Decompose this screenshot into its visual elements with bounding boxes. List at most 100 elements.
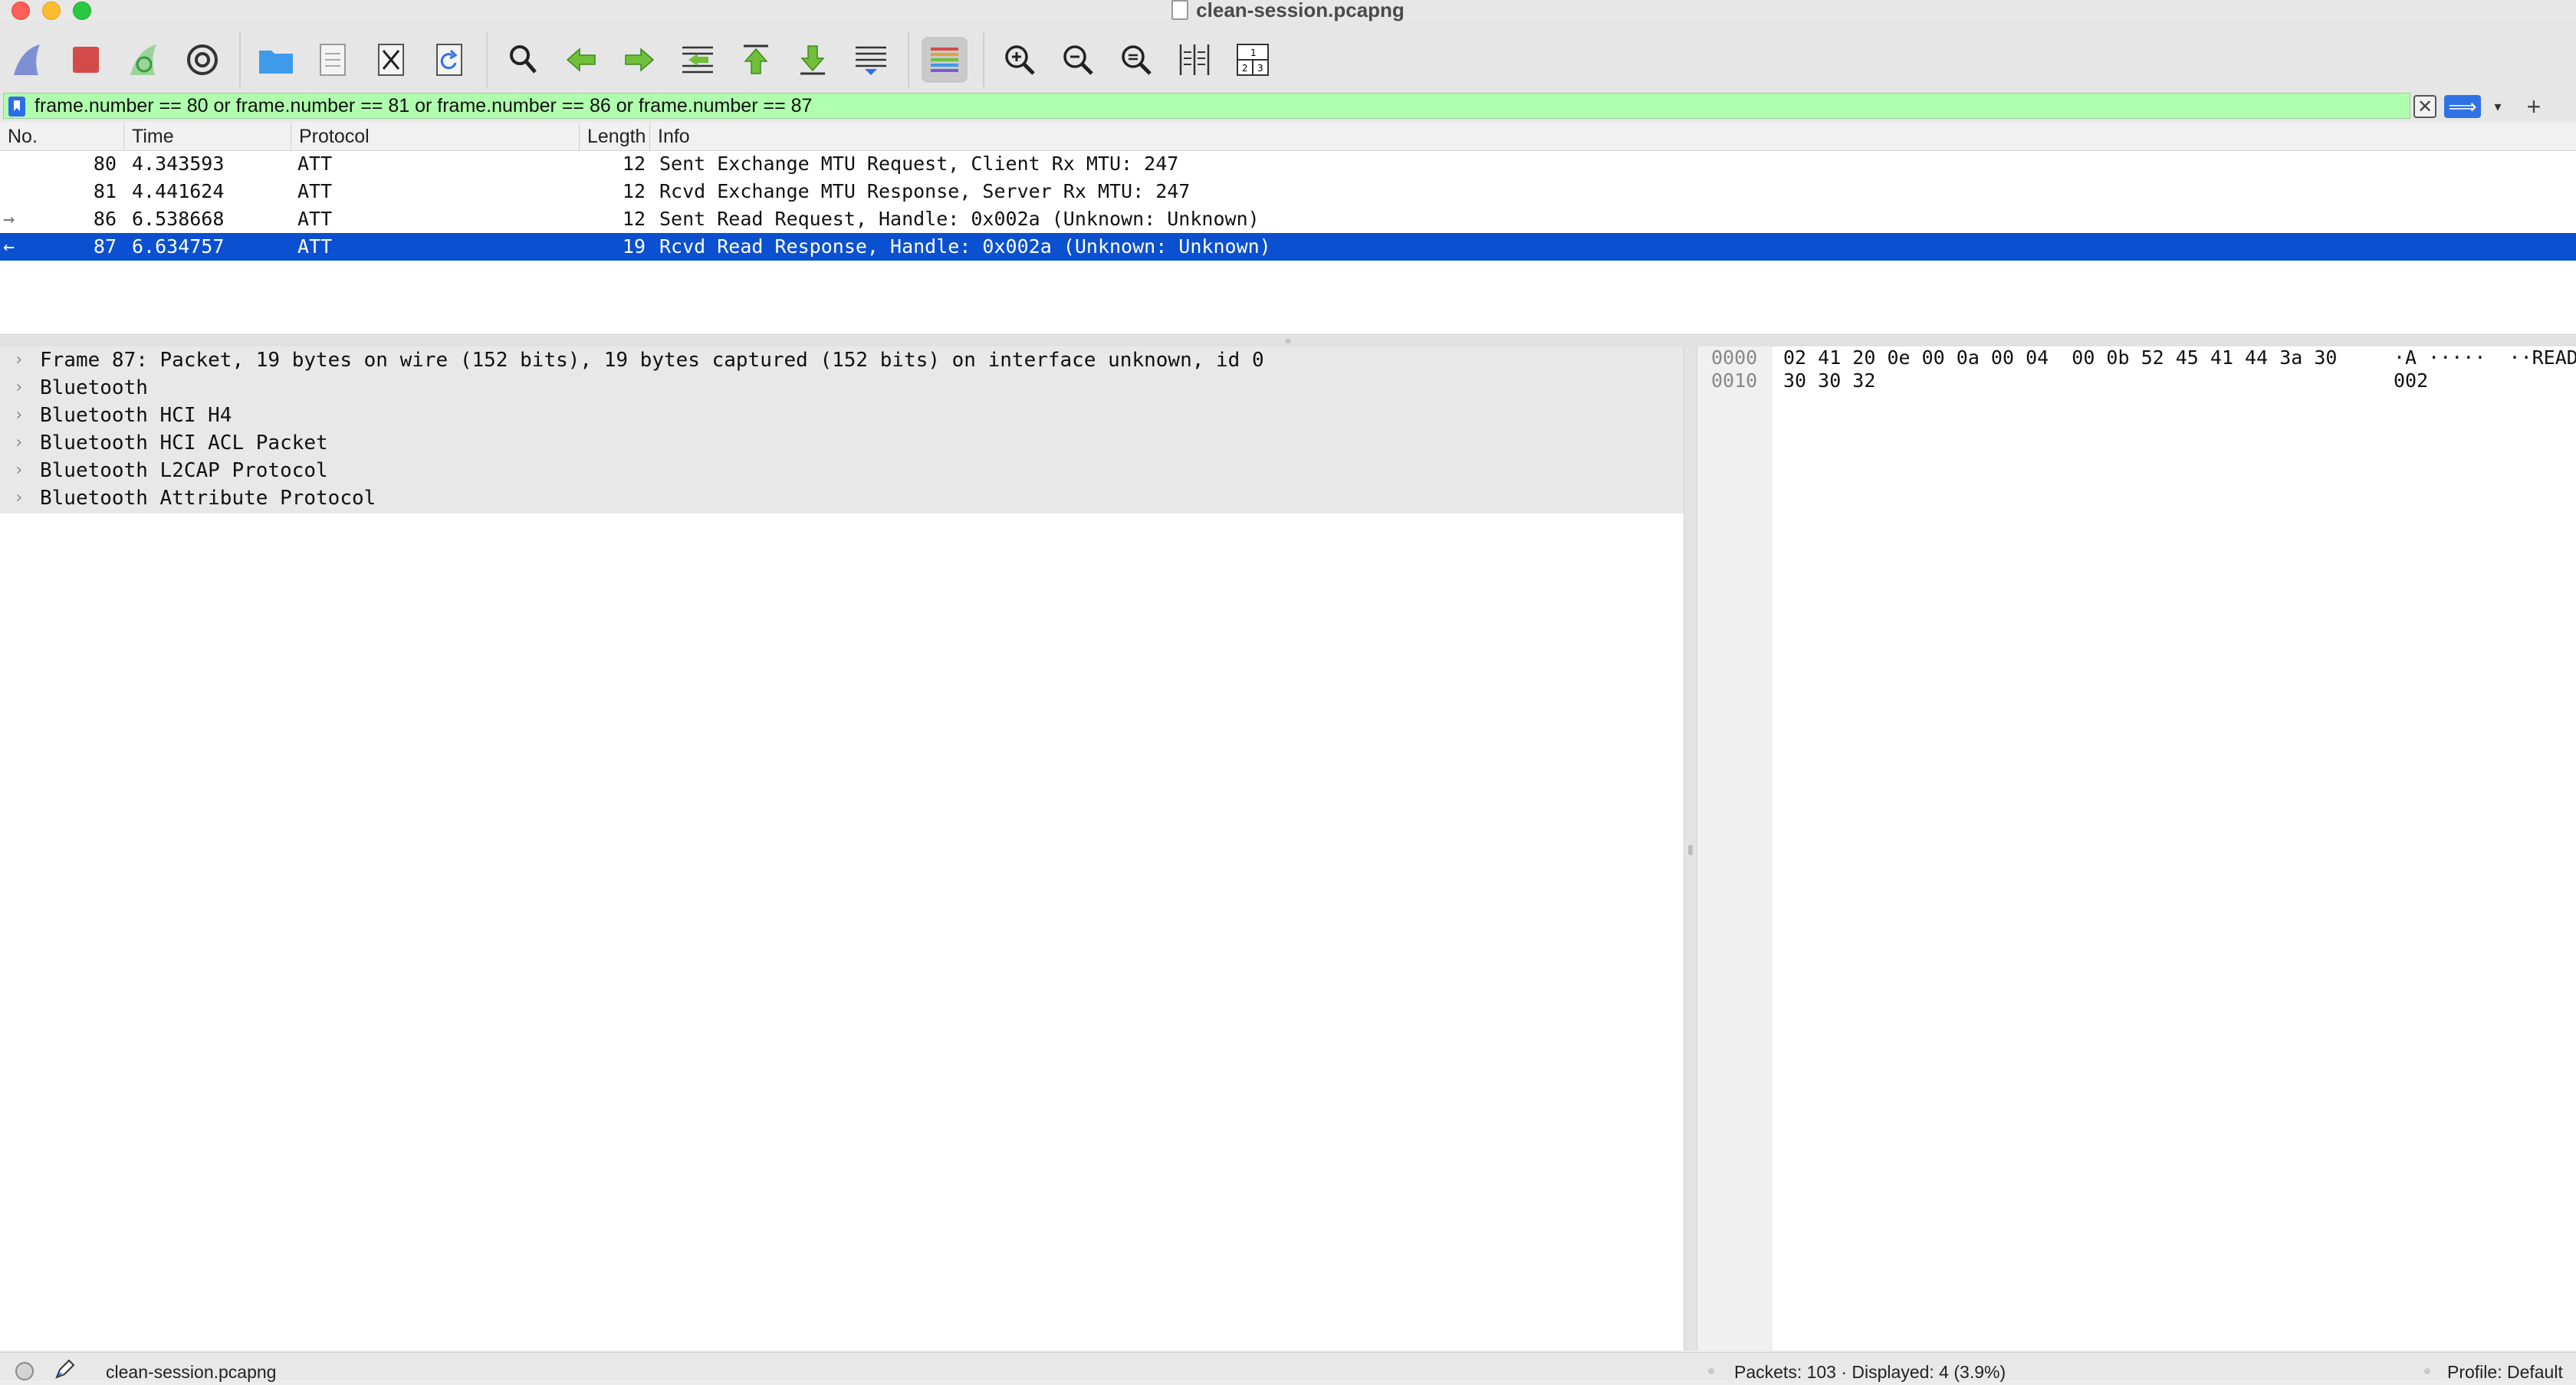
apply-filter-button[interactable]: ⟹: [2444, 95, 2481, 118]
packet-row[interactable]: 80 4.343593 ATT 12 Sent Exchange MTU Req…: [0, 150, 2576, 178]
related-packet-indicator: →: [3, 208, 15, 230]
tree-item-l2cap[interactable]: › Bluetooth L2CAP Protocol: [0, 457, 1684, 484]
restart-capture-icon[interactable]: [121, 37, 167, 83]
chevron-right-icon[interactable]: ›: [14, 429, 24, 457]
packet-number: 81: [93, 180, 117, 202]
zoom-reset-icon[interactable]: [1113, 37, 1159, 83]
packet-row[interactable]: → 86 6.538668 ATT 12 Sent Read Request, …: [0, 205, 2576, 233]
open-file-icon[interactable]: [253, 37, 299, 83]
packet-row[interactable]: 81 4.441624 ATT 12 Rcvd Exchange MTU Res…: [0, 178, 2576, 205]
packet-protocol: ATT: [297, 180, 333, 202]
go-back-icon[interactable]: [558, 37, 604, 83]
vertical-pane-splitter[interactable]: [1684, 346, 1697, 1351]
byte-offset: 0010: [1711, 369, 1758, 392]
packet-info: Sent Read Request, Handle: 0x002a (Unkno…: [659, 208, 1260, 230]
byte-hex[interactable]: 30 30 32: [1783, 369, 1875, 392]
title-bar: clean-session.pcapng: [0, 0, 2576, 21]
packet-list: No. Time Protocol Length Info 80 4.34359…: [0, 123, 2576, 335]
packet-length: 12: [622, 208, 646, 230]
window-title: clean-session.pcapng: [0, 0, 2576, 20]
column-header-time[interactable]: Time: [124, 123, 291, 150]
zoom-in-icon[interactable]: [997, 37, 1043, 83]
byte-ascii[interactable]: 002: [2394, 369, 2428, 392]
tree-item-hci-acl[interactable]: › Bluetooth HCI ACL Packet: [0, 429, 1684, 457]
byte-hex[interactable]: 02 41 20 0e 00 0a 00 04 00 0b 52 45 41 4…: [1783, 346, 2337, 369]
packet-row-selected[interactable]: ← 87 6.634757 ATT 19 Rcvd Read Response,…: [0, 233, 2576, 261]
reload-file-icon[interactable]: [426, 37, 472, 83]
auto-scroll-icon[interactable]: [848, 37, 894, 83]
related-packet-indicator: ←: [3, 235, 15, 258]
tree-item-label: Bluetooth Attribute Protocol: [40, 487, 376, 510]
column-header-protocol[interactable]: Protocol: [291, 123, 580, 150]
chevron-right-icon[interactable]: ›: [14, 374, 24, 402]
display-filter-field[interactable]: frame.number == 80 or frame.number == 81…: [3, 93, 2410, 119]
packet-length: 19: [622, 235, 646, 258]
zoom-out-icon[interactable]: [1055, 37, 1101, 83]
packet-length: 12: [622, 180, 646, 202]
layout-icon[interactable]: 123: [1230, 37, 1276, 83]
display-filter-input[interactable]: frame.number == 80 or frame.number == 81…: [34, 94, 812, 118]
resize-columns-icon[interactable]: [1171, 37, 1217, 83]
document-icon: [1171, 0, 1189, 20]
go-forward-icon[interactable]: [616, 37, 662, 83]
packet-number: 87: [93, 235, 117, 258]
shark-fin-start-icon[interactable]: [5, 37, 51, 83]
tree-item-att[interactable]: › Bluetooth Attribute Protocol: [0, 484, 1684, 512]
capture-options-icon[interactable]: [179, 37, 225, 83]
tree-item-label: Frame 87: Packet, 19 bytes on wire (152 …: [40, 349, 1264, 372]
svg-text:1: 1: [1250, 48, 1257, 58]
chevron-right-icon[interactable]: ›: [14, 457, 24, 484]
tree-item-label: Bluetooth L2CAP Protocol: [40, 459, 328, 482]
packet-length: 12: [622, 153, 646, 175]
tree-item-label: Bluetooth HCI ACL Packet: [40, 432, 328, 455]
horizontal-pane-splitter[interactable]: [0, 336, 2576, 346]
window-title-text: clean-session.pcapng: [1196, 0, 1405, 21]
capture-comment-icon[interactable]: [54, 1359, 75, 1380]
column-header-info[interactable]: Info: [650, 123, 2576, 150]
expert-info-icon[interactable]: [15, 1362, 34, 1380]
add-filter-button[interactable]: +: [2522, 93, 2545, 120]
filter-bookmark-icon[interactable]: [8, 97, 25, 117]
find-packet-icon[interactable]: [500, 37, 546, 83]
chevron-right-icon[interactable]: ›: [14, 346, 24, 374]
save-file-icon[interactable]: [310, 37, 356, 83]
packet-details-pane: › Frame 87: Packet, 19 bytes on wire (15…: [0, 346, 1684, 1351]
packet-time: 6.538668: [132, 208, 225, 230]
go-to-packet-icon[interactable]: [675, 37, 721, 83]
svg-text:3: 3: [1257, 63, 1263, 74]
last-packet-icon[interactable]: [790, 37, 836, 83]
packet-info: Sent Exchange MTU Request, Client Rx MTU…: [659, 153, 1179, 175]
svg-text:2: 2: [1242, 63, 1248, 74]
colorize-icon[interactable]: [922, 37, 968, 83]
tree-item-hci-h4[interactable]: › Bluetooth HCI H4: [0, 402, 1684, 429]
packet-number: 80: [93, 153, 117, 175]
close-file-icon[interactable]: [368, 37, 414, 83]
column-header-length[interactable]: Length: [580, 123, 650, 150]
packet-time: 4.441624: [132, 180, 225, 202]
clear-filter-button[interactable]: ✕: [2413, 95, 2436, 118]
display-filter-bar: frame.number == 80 or frame.number == 81…: [0, 92, 2576, 121]
chevron-right-icon[interactable]: ›: [14, 484, 24, 512]
packet-protocol: ATT: [297, 153, 333, 175]
tree-item-bluetooth[interactable]: › Bluetooth: [0, 374, 1684, 402]
stop-capture-icon[interactable]: [63, 37, 109, 83]
tree-item-frame[interactable]: › Frame 87: Packet, 19 bytes on wire (15…: [0, 346, 1684, 374]
recent-filters-dropdown[interactable]: ▾: [2487, 95, 2509, 118]
chevron-right-icon[interactable]: ›: [14, 402, 24, 429]
packet-info: Rcvd Read Response, Handle: 0x002a (Unkn…: [659, 235, 1271, 258]
first-packet-icon[interactable]: [733, 37, 779, 83]
column-header-no[interactable]: No.: [0, 123, 124, 150]
tree-item-label: Bluetooth HCI H4: [40, 404, 232, 427]
packet-bytes-pane: 0000 02 41 20 0e 00 0a 00 04 00 0b 52 45…: [1697, 346, 2576, 1351]
byte-offset: 0000: [1711, 346, 1758, 369]
packet-list-header: No. Time Protocol Length Info: [0, 123, 2576, 151]
packet-protocol: ATT: [297, 235, 333, 258]
packet-time: 4.343593: [132, 153, 225, 175]
tree-item-label: Bluetooth: [40, 376, 148, 399]
status-bar: clean-session.pcapng Packets: 103 · Disp…: [0, 1352, 2576, 1382]
packet-time: 6.634757: [132, 235, 225, 258]
main-toolbar: 123: [0, 21, 2576, 92]
byte-ascii[interactable]: ·A ····· ··READ:0: [2394, 346, 2576, 369]
packet-number: 86: [93, 208, 117, 230]
packet-protocol: ATT: [297, 208, 333, 230]
